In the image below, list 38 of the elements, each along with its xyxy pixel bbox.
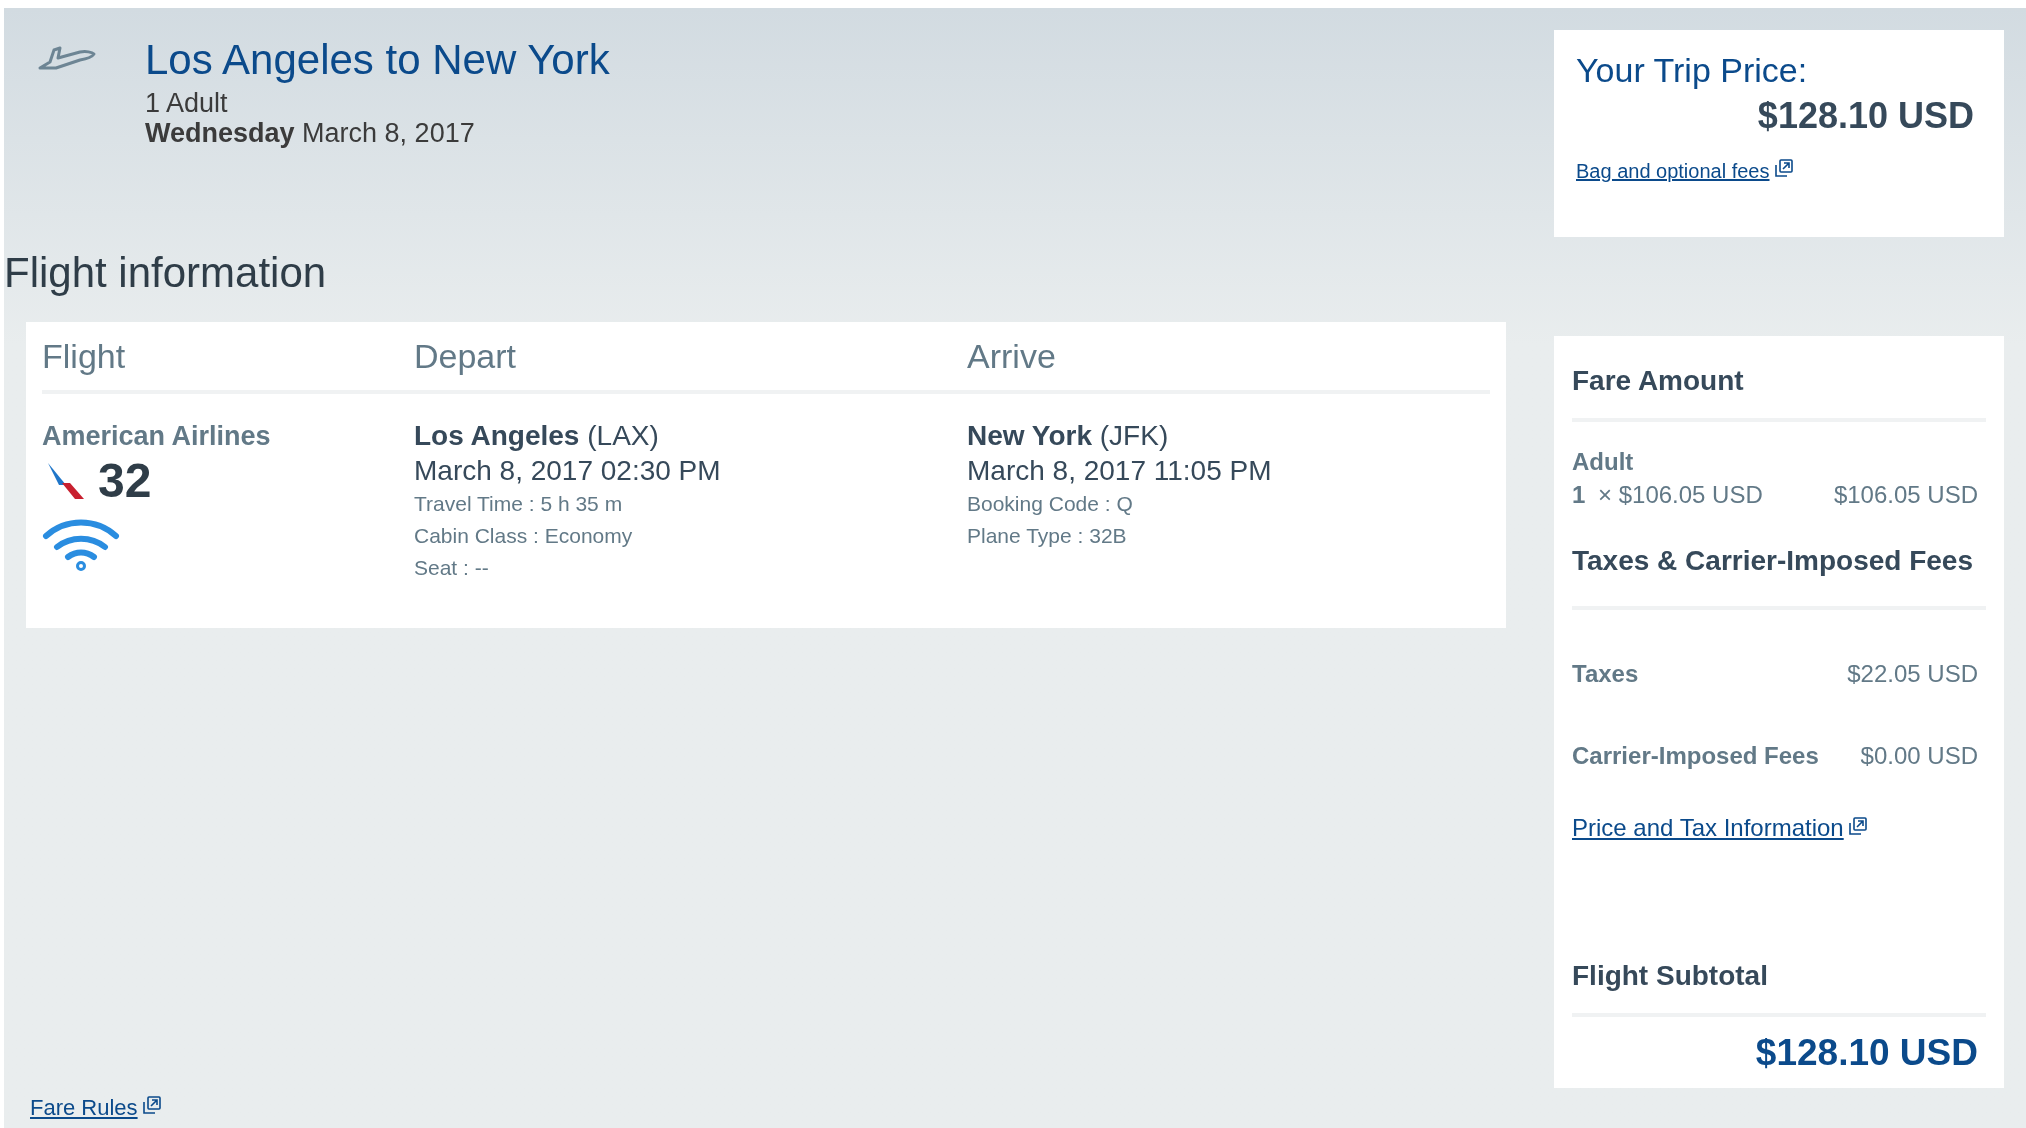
price-tax-info-link[interactable]: Price and Tax Information [1572, 814, 1868, 841]
flight-detail: Seat : -- [414, 555, 490, 581]
bag-fees-link[interactable]: Bag and optional fees [1576, 160, 1794, 182]
travel-date: Wednesday March 8, 2017 [145, 118, 476, 148]
taxes-heading: Taxes & Carrier-Imposed Fees [1572, 545, 1973, 576]
fee-label: Carrier-Imposed Fees [1572, 741, 1819, 771]
column-header: Flight [42, 336, 126, 375]
flight-detail: Travel Time : 5 h 35 m [414, 491, 624, 517]
fare-heading: Fare Amount [1572, 364, 1744, 398]
fee-amount: $22.05 USD [1847, 659, 1978, 689]
trip-price-amount: $128.10 USD [1757, 94, 1975, 138]
subtotal-amount: $128.10 USD [1755, 1030, 1979, 1075]
flight-datetime: March 8, 2017 02:30 PM [414, 454, 722, 488]
city-name: Los Angeles (LAX) [414, 419, 660, 453]
flight-datetime: March 8, 2017 11:05 PM [967, 454, 1273, 488]
city-name: New York (JFK) [967, 419, 1170, 453]
fare-unit-price: × $106.05 USD [1598, 480, 1763, 510]
external-link-icon [1847, 816, 1868, 836]
fare-total: $106.05 USD [1833, 480, 1978, 510]
column-header: Depart [414, 336, 517, 375]
fare-rules-link[interactable]: Fare Rules [30, 1095, 162, 1120]
fee-amount: $0.00 USD [1860, 741, 1978, 771]
subtotal-label: Flight Subtotal [1572, 959, 1768, 991]
flight-detail: Booking Code : Q [967, 491, 1134, 517]
route-title: Los Angeles to New York [145, 35, 610, 85]
section-title: Flight information [4, 248, 328, 298]
passenger-count: 1 Adult [145, 88, 229, 118]
external-link-icon [141, 1095, 162, 1115]
column-header: Arrive [967, 336, 1056, 375]
flight-detail: Plane Type : 32B [967, 523, 1128, 549]
flight-number: 32 [98, 454, 152, 508]
trip-price-label: Your Trip Price: [1576, 50, 1809, 91]
external-link-icon [1773, 158, 1794, 178]
airline-name: American Airlines [42, 420, 272, 453]
fare-quantity: 1 [1572, 480, 1587, 510]
passenger-type: Adult [1572, 447, 1635, 477]
fee-label: Taxes [1572, 659, 1639, 689]
flight-detail: Cabin Class : Economy [414, 523, 634, 549]
